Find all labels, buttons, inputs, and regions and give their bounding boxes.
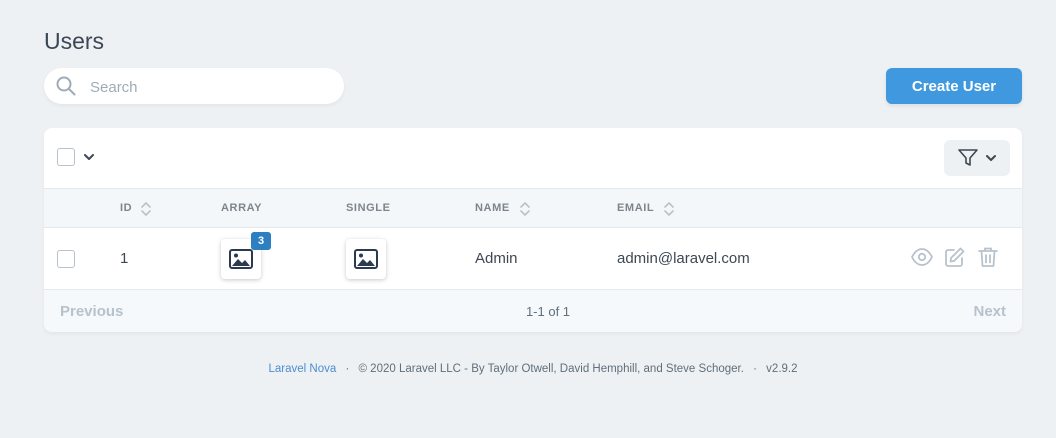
next-button[interactable]: Next [973, 303, 1006, 320]
resource-table-card: ID ARRAY SINGLE NAME EMAIL 1 3 Admin adm… [44, 128, 1022, 332]
image-count-badge: 3 [251, 232, 271, 250]
column-header-name[interactable]: NAME [475, 202, 510, 214]
filter-button[interactable] [944, 140, 1010, 176]
create-user-button[interactable]: Create User [886, 68, 1022, 104]
filter-icon [958, 149, 978, 166]
single-image-thumbnail[interactable] [346, 239, 386, 279]
cell-email: admin@laravel.com [617, 250, 750, 267]
separator: · [753, 363, 757, 375]
footer: Laravel Nova · © 2020 Laravel LLC - By T… [0, 363, 1056, 375]
sort-icon[interactable] [664, 201, 674, 217]
delete-icon[interactable] [977, 246, 999, 268]
search-icon [56, 76, 76, 96]
table-header: ID ARRAY SINGLE NAME EMAIL [44, 188, 1022, 228]
column-header-id[interactable]: ID [120, 202, 132, 214]
view-icon[interactable] [911, 246, 933, 268]
copyright-text: © 2020 Laravel LLC - By Taylor Otwell, D… [358, 363, 744, 375]
table-toolbar [44, 128, 1022, 188]
row-checkbox[interactable] [57, 250, 75, 268]
search-input[interactable] [88, 68, 332, 106]
search-box[interactable] [44, 68, 344, 106]
sort-icon[interactable] [520, 201, 530, 217]
column-header-email[interactable]: EMAIL [617, 202, 654, 214]
chevron-down-icon[interactable] [84, 152, 94, 162]
cell-name: Admin [475, 250, 518, 267]
pagination-info: 1-1 of 1 [525, 304, 571, 319]
cell-id: 1 [120, 250, 129, 267]
image-icon [229, 249, 253, 269]
select-all-checkbox[interactable] [57, 148, 75, 166]
column-header-array: ARRAY [221, 202, 263, 214]
chevron-down-icon [986, 155, 996, 161]
table-row[interactable]: 1 3 Admin admin@laravel.com [44, 228, 1022, 290]
image-icon [354, 249, 378, 269]
pagination-bar: Previous 1-1 of 1 Next [44, 290, 1022, 332]
sort-icon[interactable] [141, 201, 151, 217]
nova-link[interactable]: Laravel Nova [269, 363, 337, 375]
edit-icon[interactable] [944, 246, 966, 268]
column-header-single: SINGLE [346, 202, 391, 214]
page-title: Users [44, 28, 105, 54]
version-text: v2.9.2 [766, 363, 798, 375]
separator: · [345, 363, 350, 375]
